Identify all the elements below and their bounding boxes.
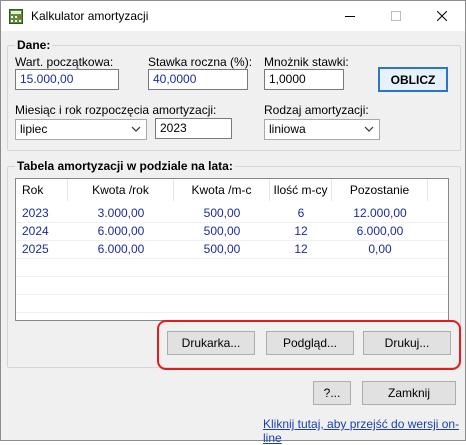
column-header-ilosc[interactable]: Ilość m-cy: [270, 179, 332, 201]
rodzaj-select-value: liniowa: [269, 122, 306, 136]
cell-pozostanie: 6.000,00: [356, 224, 404, 238]
wartosc-label: Wart. początkowa:: [15, 55, 114, 69]
column-header-rok[interactable]: Rok: [16, 179, 68, 201]
cell-ilosc: 12: [294, 242, 308, 256]
row-gridline: [16, 276, 448, 277]
wartosc-input[interactable]: 15.000,00: [15, 69, 119, 90]
maximize-icon: [391, 11, 401, 21]
close-icon: [437, 11, 447, 21]
chevron-down-icon: [364, 126, 374, 132]
cell-rok: 2024: [22, 224, 49, 238]
rodzaj-label: Rodzaj amortyzacji:: [264, 103, 369, 117]
kalkulator-window: Kalkulator amortyzacji Dane: Wart. począ…: [0, 0, 466, 445]
zamknij-button[interactable]: Zamknij: [362, 381, 456, 405]
window-title: Kalkulator amortyzacji: [31, 9, 149, 23]
help-button[interactable]: ?...: [313, 381, 351, 405]
minimize-button[interactable]: [327, 1, 373, 31]
stawka-input[interactable]: 40,0000: [148, 69, 248, 90]
miesiac-select[interactable]: lipiec: [15, 119, 147, 140]
cell-ilosc: 12: [294, 224, 308, 238]
mnoznik-label: Mnożnik stawki:: [264, 55, 349, 69]
cell-kwota-rok: 6.000,00: [97, 224, 145, 238]
cell-kwota-mc: 500,00: [203, 224, 241, 238]
dane-group-title: Dane:: [15, 38, 53, 52]
row-gridline: [16, 294, 448, 295]
cell-pozostanie: 0,00: [368, 242, 392, 256]
rok-input[interactable]: 2023: [155, 118, 232, 139]
table-row[interactable]: 2025 6.000,00 500,00 12 0,00: [16, 240, 448, 259]
table-header: Rok Kwota /rok Kwota /m-c Ilość m-cy Poz…: [16, 179, 448, 201]
miesiac-label: Miesiąc i rok rozpoczęcia amortyzacji:: [15, 103, 217, 117]
drukuj-button[interactable]: Drukuj...: [363, 331, 451, 355]
miesiac-select-value: lipiec: [20, 122, 48, 136]
mnoznik-input[interactable]: 1,0000: [264, 69, 344, 90]
column-header-kwota-mc[interactable]: Kwota /m-c: [174, 179, 270, 201]
amortyzacja-table[interactable]: Rok Kwota /rok Kwota /m-c Ilość m-cy Poz…: [15, 178, 449, 321]
drukarka-button[interactable]: Drukarka...: [167, 331, 255, 355]
table-row[interactable]: 2024 6.000,00 500,00 12 6.000,00: [16, 222, 448, 241]
minimize-icon: [345, 16, 355, 17]
maximize-button[interactable]: [373, 1, 419, 31]
close-button[interactable]: [419, 1, 465, 31]
cell-kwota-rok: 6.000,00: [97, 242, 145, 256]
column-header-pozostanie[interactable]: Pozostanie: [332, 179, 428, 201]
column-header-kwota-rok[interactable]: Kwota /rok: [68, 179, 174, 201]
table-row[interactable]: 2023 3.000,00 500,00 6 12.000,00: [16, 204, 448, 223]
oblicz-button[interactable]: OBLICZ: [378, 67, 448, 92]
cell-rok: 2023: [22, 206, 49, 220]
title-bar[interactable]: Kalkulator amortyzacji: [1, 1, 465, 31]
cell-kwota-rok: 3.000,00: [97, 206, 145, 220]
cell-kwota-mc: 500,00: [203, 206, 241, 220]
row-gridline: [16, 312, 448, 313]
cell-kwota-mc: 500,00: [203, 242, 241, 256]
tabela-group-title: Tabela amortyzacji w podziale na lata:: [15, 159, 235, 173]
cell-pozostanie: 12.000,00: [353, 206, 407, 220]
calculator-icon: [9, 9, 23, 24]
cell-rok: 2025: [22, 242, 49, 256]
cell-ilosc: 6: [297, 206, 305, 220]
rodzaj-select[interactable]: liniowa: [264, 119, 380, 140]
stawka-label: Stawka roczna (%):: [148, 55, 253, 69]
chevron-down-icon: [131, 126, 141, 132]
podglad-button[interactable]: Podgląd...: [266, 331, 354, 355]
